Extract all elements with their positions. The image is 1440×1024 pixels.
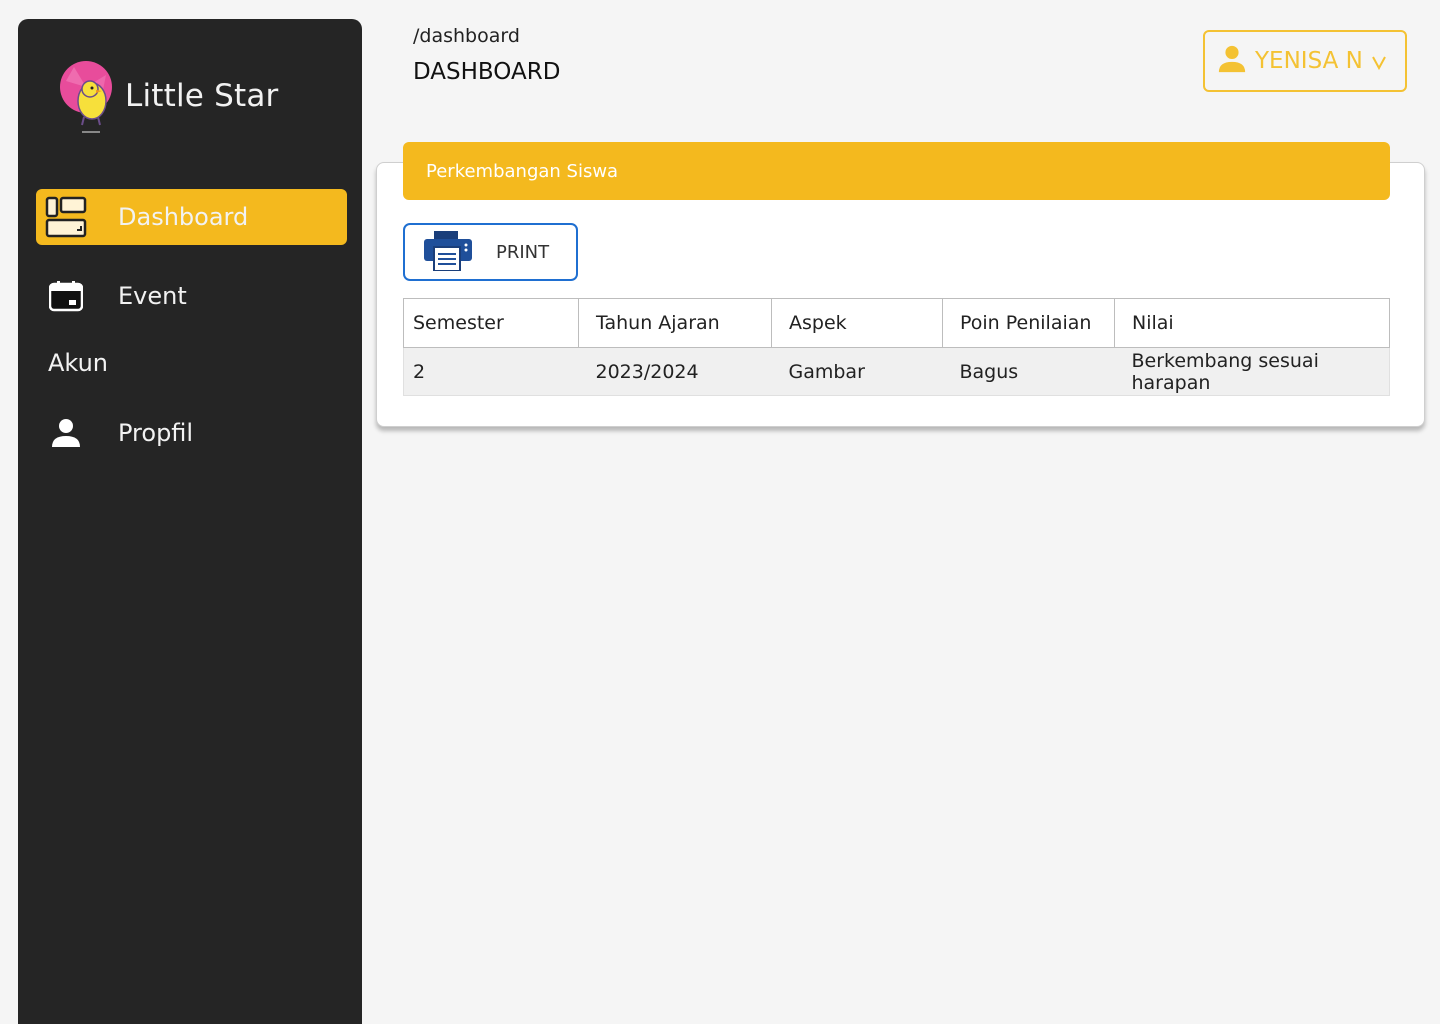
column-header-semester: Semester (403, 298, 579, 348)
calendar-icon (44, 274, 88, 318)
cell-aspek: Gambar (771, 347, 943, 396)
dashboard-icon (44, 195, 88, 239)
column-header-poin-penilaian: Poin Penilaian (942, 298, 1115, 348)
sidebar-item-dashboard[interactable]: Dashboard (36, 189, 347, 245)
print-button[interactable]: PRINT (403, 223, 578, 281)
cell-tahun-ajaran: 2023/2024 (578, 347, 772, 396)
card-title: Perkembangan Siswa (426, 160, 619, 182)
card-header: Perkembangan Siswa (403, 142, 1390, 200)
cell-poin-penilaian: Bagus (942, 347, 1115, 396)
column-header-tahun-ajaran: Tahun Ajaran (578, 298, 772, 348)
user-menu-button[interactable]: YENISA N (1203, 30, 1407, 92)
user-name: YENISA N (1255, 48, 1363, 74)
column-header-nilai: Nilai (1114, 298, 1390, 348)
progress-table: Semester Tahun Ajaran Aspek Poin Penilai… (403, 298, 1390, 396)
user-icon (44, 411, 88, 455)
page-title: DASHBOARD (413, 59, 561, 85)
column-header-aspek: Aspek (771, 298, 943, 348)
cell-semester: 2 (403, 347, 579, 396)
brand[interactable]: Little Star (60, 61, 279, 137)
table-header-row: Semester Tahun Ajaran Aspek Poin Penilai… (403, 298, 1390, 348)
sidebar-item-label: Dashboard (118, 203, 249, 231)
sidebar-item-event[interactable]: Event (36, 268, 347, 324)
brand-name: Little Star (125, 78, 279, 114)
breadcrumb[interactable]: /dashboard (413, 25, 520, 47)
chevron-down-icon (1371, 50, 1387, 76)
table-row: 2 2023/2024 Gambar Bagus Berkembang sesu… (403, 347, 1390, 396)
sidebar-item-label: Event (118, 282, 187, 310)
print-label: PRINT (496, 241, 550, 263)
sidebar-item-label: Propfil (118, 419, 194, 447)
printer-icon (422, 229, 474, 275)
cell-nilai: Berkembang sesuai harapan (1114, 347, 1390, 396)
sidebar-item-profil[interactable]: Propfil (36, 405, 347, 461)
section-label-akun: Akun (48, 349, 108, 377)
sidebar: Little Star Dashboard Event Akun Propfil (18, 19, 362, 1024)
logo (60, 61, 116, 137)
user-icon (1217, 44, 1247, 78)
